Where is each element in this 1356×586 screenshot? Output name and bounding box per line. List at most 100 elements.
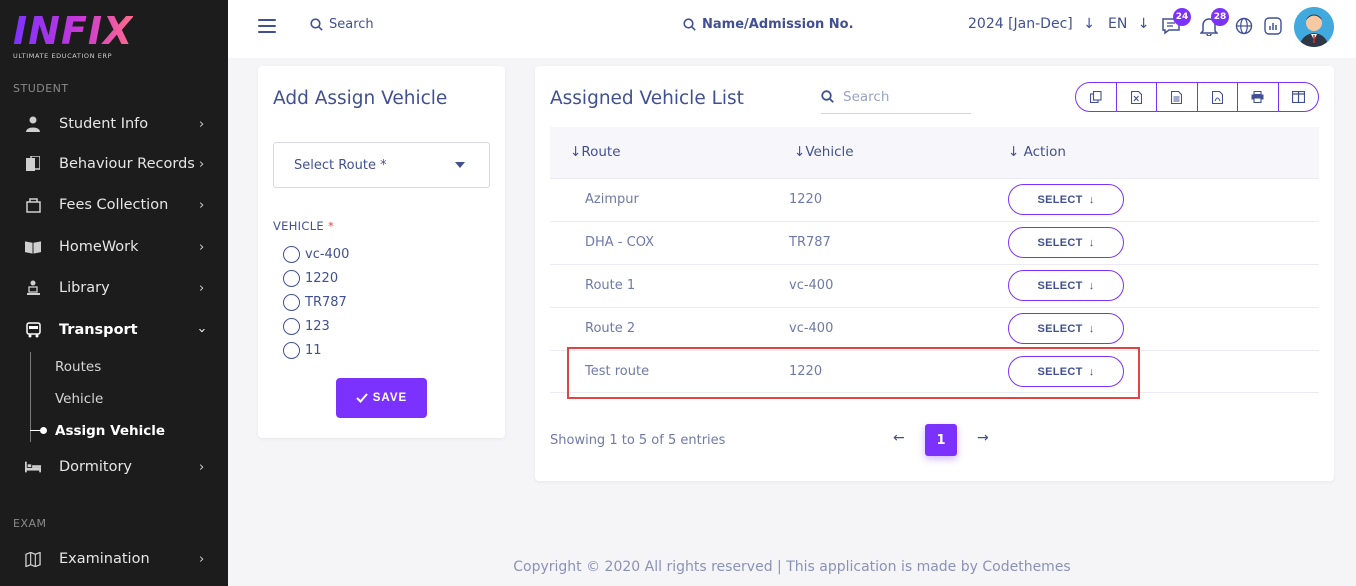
column-header-vehicle[interactable]: ↓Vehicle (794, 144, 854, 160)
menu-toggle-icon[interactable] (258, 19, 276, 33)
pdf-icon (1211, 90, 1223, 104)
column-header-action[interactable]: ↓ Action (1008, 144, 1066, 160)
sort-arrow-icon: ↓ (794, 144, 806, 160)
vehicle-cell: vc-400 (789, 321, 834, 336)
sidebar-item-transport[interactable]: Transport › (0, 312, 228, 348)
column-header-label: Action (1023, 144, 1066, 160)
sidebar-item-student-info[interactable]: Student Info › (0, 106, 228, 142)
vehicle-radio-label: 11 (305, 343, 322, 358)
radio-icon[interactable] (283, 318, 300, 335)
sidebar-item-homework[interactable]: HomeWork › (0, 229, 228, 265)
active-indicator (30, 427, 47, 434)
notification-badge: 28 (1211, 8, 1229, 26)
pdf-button[interactable] (1198, 83, 1238, 111)
vehicle-radio[interactable]: TR787 (283, 294, 347, 311)
print-button[interactable] (1238, 83, 1279, 111)
sidebar-subitem-routes[interactable]: Routes (55, 359, 101, 375)
list-search-placeholder: Search (843, 88, 890, 105)
sidebar-item-behaviour-records[interactable]: Behaviour Records › (0, 146, 228, 182)
arrow-down-icon: ↓ (1083, 16, 1095, 32)
select-action-button[interactable]: SELECT ↓ (1008, 227, 1124, 258)
chevron-down-icon: › (194, 327, 210, 333)
vehicle-radio[interactable]: 123 (283, 318, 330, 335)
arrow-down-icon: ↓ (1088, 193, 1095, 206)
list-search[interactable]: Search (821, 80, 971, 114)
export-button-group (1075, 82, 1319, 112)
assign-vehicle-form: Add Assign Vehicle Select Route * VEHICL… (258, 66, 505, 438)
assigned-vehicle-list: Assigned Vehicle List Search ↓Route ↓Veh… (535, 66, 1334, 481)
fees-icon (25, 197, 41, 213)
csv-button[interactable] (1157, 83, 1198, 111)
academic-year-select[interactable]: 2024 [Jan-Dec] ↓ (968, 16, 1095, 32)
radio-icon[interactable] (283, 294, 300, 311)
select-label: SELECT (1037, 365, 1083, 378)
globe-icon[interactable] (1233, 15, 1255, 37)
vehicle-cell: vc-400 (789, 278, 834, 293)
column-header-route[interactable]: ↓Route (570, 144, 621, 160)
admission-search[interactable]: Name/Admission No. (683, 17, 854, 32)
route-select[interactable]: Select Route * (273, 142, 490, 188)
page-button-current[interactable]: 1 (925, 424, 957, 456)
map-icon (25, 551, 41, 567)
radio-icon[interactable] (283, 246, 300, 263)
sidebar-item-library[interactable]: Library › (0, 270, 228, 306)
check-icon (356, 393, 368, 403)
excel-button[interactable] (1117, 83, 1157, 111)
copy-button[interactable] (1076, 83, 1117, 111)
sidebar-item-fees-collection[interactable]: Fees Collection › (0, 187, 228, 223)
sort-arrow-icon: ↓ (1008, 144, 1024, 160)
next-page-icon[interactable]: → (977, 430, 989, 446)
sidebar-item-label: Behaviour Records (59, 156, 195, 172)
save-button[interactable]: SAVE (336, 378, 427, 418)
sidebar-item-label: Fees Collection (59, 197, 169, 213)
chevron-right-icon: › (199, 197, 205, 213)
radio-icon[interactable] (283, 342, 300, 359)
sidebar-item-examination[interactable]: Examination › (0, 541, 228, 577)
vehicle-radio[interactable]: vc-400 (283, 246, 349, 263)
arrow-down-icon: ↓ (1088, 236, 1095, 249)
bus-icon (25, 322, 41, 338)
columns-button[interactable] (1279, 83, 1319, 111)
table-row: Route 2 vc-400 SELECT ↓ (550, 307, 1319, 350)
select-label: SELECT (1037, 236, 1083, 249)
columns-icon (1291, 91, 1305, 103)
vehicle-radio[interactable]: 1220 (283, 270, 338, 287)
select-action-button[interactable]: SELECT ↓ (1008, 313, 1124, 344)
route-cell: Test route (585, 364, 650, 379)
section-label-exam: EXAM (13, 517, 47, 530)
language-value: EN (1108, 16, 1128, 32)
sidebar-subitem-vehicle[interactable]: Vehicle (55, 391, 103, 407)
sort-arrow-icon: ↓ (570, 144, 582, 160)
sidebar: INFIX ULTIMATE EDUCATION ERP STUDENT Stu… (0, 0, 228, 586)
analytics-icon[interactable] (1262, 15, 1284, 37)
vehicle-radio-label: 1220 (305, 271, 339, 286)
language-select[interactable]: EN ↓ (1108, 16, 1150, 32)
transport-subnav-line (30, 352, 31, 442)
sidebar-item-label: Examination (59, 551, 150, 567)
prev-page-icon[interactable]: ← (893, 430, 905, 446)
vehicle-radio[interactable]: 11 (283, 342, 322, 359)
chat-badge: 24 (1173, 8, 1191, 26)
bell-icon[interactable]: 28 (1198, 8, 1229, 37)
select-action-button[interactable]: SELECT ↓ (1008, 356, 1124, 387)
logo-brand: INFIX (13, 9, 134, 53)
chevron-right-icon: › (199, 116, 205, 132)
header-search[interactable]: Search (310, 17, 374, 32)
select-action-button[interactable]: SELECT ↓ (1008, 184, 1124, 215)
sidebar-item-dormitory[interactable]: Dormitory › (0, 449, 228, 485)
sidebar-subitem-assign-vehicle[interactable]: Assign Vehicle (55, 423, 165, 439)
route-select-placeholder: Select Route * (294, 158, 387, 173)
arrow-down-icon: ↓ (1137, 16, 1150, 32)
search-icon (821, 90, 834, 103)
required-mark: * (327, 219, 335, 233)
academic-year-value: 2024 [Jan-Dec] (968, 16, 1073, 32)
radio-icon[interactable] (283, 270, 300, 287)
select-action-button[interactable]: SELECT ↓ (1008, 270, 1124, 301)
caret-down-icon (455, 162, 465, 168)
search-icon (683, 18, 696, 31)
avatar[interactable] (1294, 7, 1334, 47)
chevron-right-icon: › (199, 239, 205, 255)
logo[interactable]: INFIX ULTIMATE EDUCATION ERP (13, 12, 133, 60)
table-header: ↓Route ↓Vehicle ↓ Action (550, 127, 1319, 178)
chat-icon[interactable]: 24 (1160, 8, 1191, 37)
